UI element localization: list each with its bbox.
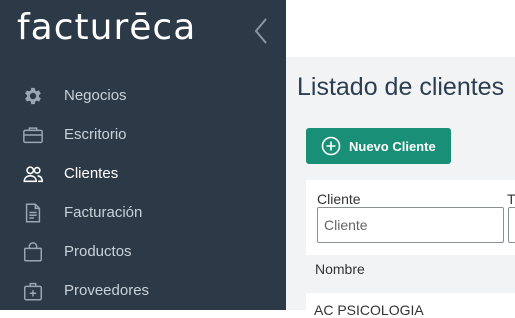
medical-bag-icon (22, 280, 44, 302)
sidebar-item-proveedores[interactable]: Proveedores (0, 271, 286, 310)
logo-row: facturēca (0, 0, 286, 62)
page-title: Listado de clientes (297, 73, 505, 101)
sidebar: facturēca Negocios Escritorio Clientes F… (0, 0, 286, 310)
gear-icon (22, 85, 44, 107)
sidebar-item-facturacion[interactable]: Facturación (0, 193, 286, 232)
new-client-button[interactable]: Nuevo Cliente (306, 128, 451, 164)
chevron-left-icon[interactable] (253, 17, 269, 45)
sidebar-item-escritorio[interactable]: Escritorio (0, 115, 286, 154)
top-bar (286, 0, 515, 57)
column-header-nombre[interactable]: Nombre (315, 261, 365, 277)
second-filter-label: T (507, 191, 515, 207)
main-content: Listado de clientes Nuevo Cliente Client… (286, 57, 515, 318)
sidebar-item-clientes[interactable]: Clientes (0, 154, 286, 193)
table-row[interactable]: AC PSICOLOGIA (314, 302, 424, 318)
users-icon (22, 163, 44, 185)
sidebar-item-label: Facturación (64, 204, 143, 221)
sidebar-item-label: Negocios (64, 87, 127, 104)
sidebar-item-label: Escritorio (64, 126, 127, 143)
sidebar-item-label: Productos (64, 243, 132, 260)
client-filter-input[interactable] (317, 207, 504, 243)
second-filter-input[interactable] (508, 207, 515, 243)
table-header: Nombre (306, 255, 515, 293)
document-icon (22, 202, 44, 224)
sidebar-item-label: Proveedores (64, 282, 150, 299)
client-filter-label: Cliente (317, 191, 361, 207)
clients-card: Cliente T Nombre AC PSICOLOGIA (306, 180, 515, 318)
plus-circle-icon (321, 136, 341, 156)
sidebar-item-label: Clientes (64, 165, 119, 182)
sidebar-item-productos[interactable]: Productos (0, 232, 286, 271)
briefcase-icon (22, 124, 44, 146)
sidebar-item-negocios[interactable]: Negocios (0, 76, 286, 115)
new-client-label: Nuevo Cliente (349, 138, 436, 154)
sidebar-nav: Negocios Escritorio Clientes Facturación… (0, 76, 286, 310)
app-logo[interactable]: facturēca (17, 6, 196, 50)
shopping-bag-icon (22, 241, 44, 263)
